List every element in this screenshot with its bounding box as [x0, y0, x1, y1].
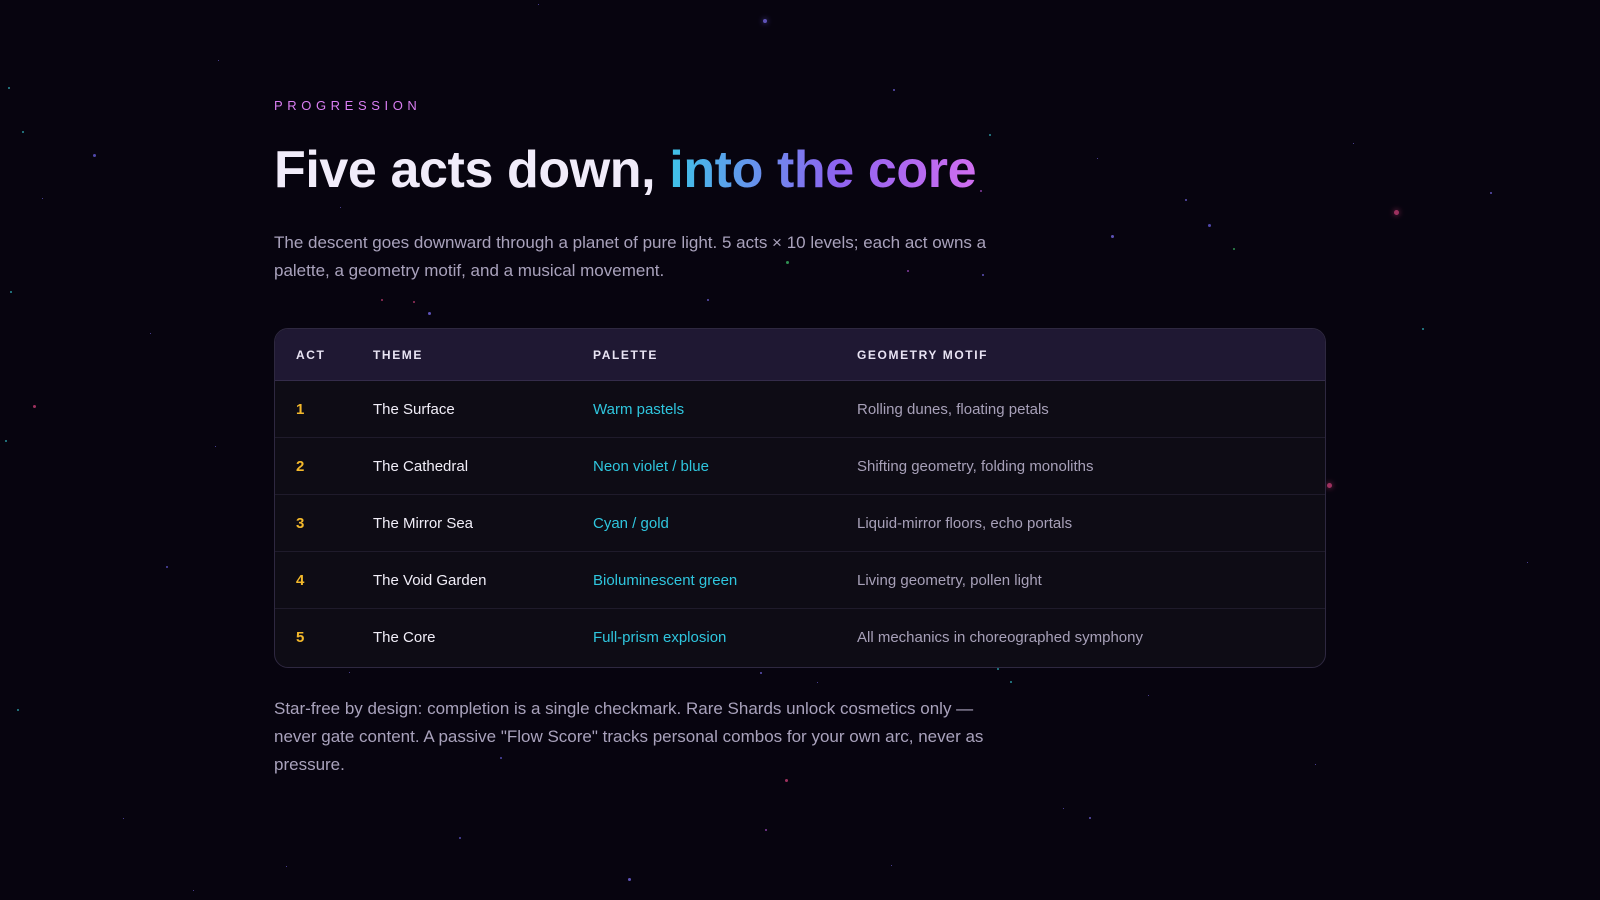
- star-particle: [707, 299, 709, 301]
- star-particle: [22, 131, 24, 133]
- act-palette: Warm pastels: [593, 400, 685, 418]
- star-particle: [817, 682, 818, 683]
- act-palette: Cyan / gold: [593, 514, 669, 532]
- star-particle: [1422, 328, 1424, 330]
- act-theme: The Surface: [373, 400, 455, 418]
- star-particle: [763, 19, 767, 23]
- page-title: Five acts down, into the core: [274, 140, 976, 200]
- star-particle: [193, 890, 194, 891]
- act-motif: All mechanics in choreographed symphony: [857, 629, 1143, 646]
- star-particle: [989, 134, 991, 136]
- star-particle: [1097, 158, 1098, 159]
- star-particle: [93, 154, 96, 157]
- star-particle: [1111, 235, 1114, 238]
- act-palette: Bioluminescent green: [593, 571, 738, 589]
- star-particle: [997, 668, 999, 670]
- star-particle: [428, 312, 431, 315]
- star-particle: [628, 878, 631, 881]
- table-row: 2 The Cathedral Neon violet / blue Shift…: [275, 438, 1325, 495]
- star-particle: [1353, 143, 1354, 144]
- act-number: 2: [296, 457, 305, 475]
- star-particle: [891, 865, 892, 866]
- star-particle: [413, 301, 415, 303]
- act-palette: Neon violet / blue: [593, 457, 709, 475]
- acts-table: ACT THEME PALETTE GEOMETRY MOTIF 1 The S…: [274, 328, 1326, 668]
- star-particle: [349, 672, 350, 673]
- star-particle: [150, 333, 151, 334]
- star-particle: [1089, 817, 1091, 819]
- title-plain: Five acts down,: [274, 141, 670, 199]
- star-particle: [1327, 483, 1332, 488]
- star-particle: [1185, 199, 1187, 201]
- star-particle: [8, 87, 10, 89]
- act-number: 4: [296, 571, 305, 589]
- star-particle: [381, 299, 383, 301]
- star-particle: [1490, 192, 1492, 194]
- star-particle: [538, 4, 539, 5]
- act-motif: Shifting geometry, folding monoliths: [857, 457, 1094, 475]
- star-particle: [17, 709, 19, 711]
- section-eyebrow: PROGRESSION: [274, 98, 422, 113]
- act-number: 1: [296, 400, 305, 418]
- act-motif: Liquid-mirror floors, echo portals: [857, 514, 1073, 532]
- table-header-row: ACT THEME PALETTE GEOMETRY MOTIF: [275, 329, 1325, 381]
- star-particle: [1315, 764, 1316, 765]
- act-number: 5: [296, 629, 305, 646]
- star-particle: [1233, 248, 1235, 250]
- star-particle: [1063, 808, 1064, 809]
- column-header-geometry-motif: GEOMETRY MOTIF: [857, 347, 989, 362]
- star-particle: [10, 291, 12, 293]
- star-particle: [893, 89, 895, 91]
- star-particle: [1394, 210, 1399, 215]
- star-particle: [123, 818, 124, 819]
- act-motif: Living geometry, pollen light: [857, 571, 1042, 589]
- act-palette: Full-prism explosion: [593, 629, 727, 646]
- section-lead: The descent goes downward through a plan…: [274, 233, 987, 280]
- star-particle: [42, 198, 43, 199]
- column-header-act: ACT: [296, 347, 326, 362]
- table-row: 4 The Void Garden Bioluminescent green L…: [275, 552, 1325, 609]
- star-particle: [5, 440, 7, 442]
- column-header-palette: PALETTE: [593, 347, 658, 362]
- section-footer-note: Star-free by design: completion is a sin…: [274, 699, 984, 774]
- act-theme: The Mirror Sea: [373, 514, 474, 532]
- act-theme: The Core: [373, 629, 436, 646]
- star-particle: [1148, 695, 1149, 696]
- star-particle: [459, 837, 461, 839]
- star-particle: [286, 866, 287, 867]
- star-particle: [1208, 224, 1211, 227]
- star-particle: [166, 566, 168, 568]
- star-particle: [980, 190, 982, 192]
- star-particle: [760, 672, 762, 674]
- star-particle: [218, 60, 219, 61]
- column-header-theme: THEME: [373, 347, 423, 362]
- act-motif: Rolling dunes, floating petals: [857, 400, 1049, 418]
- table-row: 5 The Core Full-prism explosion All mech…: [275, 609, 1325, 666]
- star-particle: [215, 446, 216, 447]
- star-particle: [340, 207, 341, 208]
- title-highlight: into the core: [669, 141, 977, 199]
- act-number: 3: [296, 514, 305, 532]
- star-particle: [785, 779, 788, 782]
- star-particle: [1527, 562, 1528, 563]
- act-theme: The Cathedral: [373, 457, 469, 475]
- table-row: 3 The Mirror Sea Cyan / gold Liquid-mirr…: [275, 495, 1325, 552]
- act-theme: The Void Garden: [373, 571, 487, 589]
- star-particle: [765, 829, 767, 831]
- star-particle: [1010, 681, 1012, 683]
- star-particle: [33, 405, 36, 408]
- table-row: 1 The Surface Warm pastels Rolling dunes…: [275, 381, 1325, 438]
